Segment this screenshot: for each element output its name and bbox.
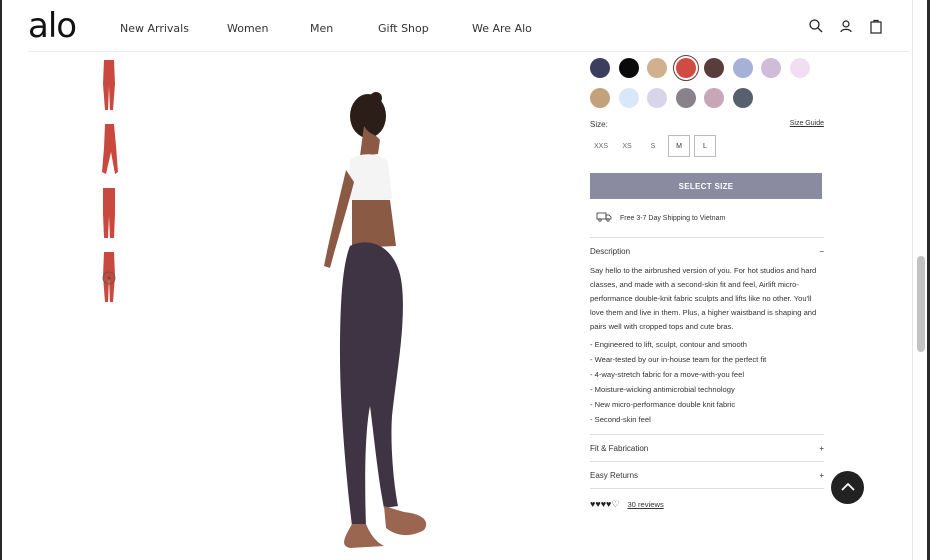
description-header[interactable]: Description −: [590, 238, 824, 264]
size-label: Size:: [590, 120, 608, 129]
size-options: XXS XS S M L: [590, 135, 824, 157]
bag-icon[interactable]: [868, 18, 884, 34]
thumbnail-gallery: [96, 58, 122, 314]
product-model-image: [300, 86, 440, 556]
nav-new-arrivals[interactable]: New Arrivals: [120, 22, 227, 35]
color-swatch[interactable]: [618, 88, 639, 108]
nav-women[interactable]: Women: [227, 22, 310, 35]
collapse-icon[interactable]: −: [819, 247, 824, 256]
feature-item: - Moisture-wicking antimicrobial technol…: [590, 385, 735, 394]
thumbnail-3[interactable]: [96, 186, 122, 242]
divider: [590, 488, 824, 489]
select-size-button[interactable]: SELECT SIZE: [590, 173, 822, 199]
window-left-edge: [0, 0, 2, 560]
color-swatches: [590, 55, 824, 108]
easy-returns-header[interactable]: Easy Returns +: [590, 462, 824, 488]
feature-item: - Wear-tested by our in-house team for t…: [590, 355, 767, 364]
feature-item: - Engineered to lift, sculpt, contour an…: [590, 340, 748, 349]
size-s[interactable]: S: [642, 135, 664, 157]
feature-item: - 4-way-stretch fabric for a move-with-y…: [590, 370, 745, 379]
color-swatch[interactable]: [618, 58, 639, 78]
color-swatch[interactable]: [732, 88, 753, 108]
thumbnail-1[interactable]: [96, 58, 122, 114]
nav-we-are-alo[interactable]: We Are Alo: [472, 22, 532, 35]
rating-stars: ♥♥♥♥♡: [590, 499, 620, 509]
account-icon[interactable]: [838, 18, 854, 34]
color-swatch[interactable]: [704, 58, 724, 78]
truck-icon: [596, 212, 612, 224]
expand-icon[interactable]: +: [819, 444, 824, 453]
rating-row: ♥♥♥♥♡ 30 reviews: [590, 499, 824, 510]
size-guide-link[interactable]: Size Guide: [790, 120, 824, 129]
fit-fabrication-title: Fit & Fabrication: [590, 443, 649, 453]
thumbnail-4[interactable]: [96, 250, 122, 306]
color-swatch[interactable]: [590, 58, 610, 78]
scrollbar-thumb[interactable]: [917, 256, 925, 352]
expand-icon[interactable]: +: [819, 471, 824, 480]
color-swatch[interactable]: [675, 88, 696, 108]
alo-logo[interactable]: alo: [28, 6, 77, 46]
color-swatch[interactable]: [672, 55, 699, 81]
description-title: Description: [590, 246, 631, 256]
color-swatch[interactable]: [732, 58, 753, 78]
description-text: Say hello to the airbrushed version of y…: [590, 266, 817, 331]
back-to-top-button[interactable]: [831, 471, 864, 504]
product-panel: Size: Size Guide XXS XS S M L SELECT SIZ…: [590, 55, 824, 510]
header-icons: [808, 18, 884, 34]
size-header: Size: Size Guide: [590, 120, 824, 129]
site-header: alo New Arrivals Women Men Gift Shop We …: [28, 0, 910, 52]
color-swatch[interactable]: [761, 58, 781, 78]
chevron-up-icon: [840, 479, 856, 497]
easy-returns-title: Easy Returns: [590, 470, 639, 480]
thumbnail-2[interactable]: [96, 122, 122, 178]
size-m[interactable]: M: [668, 135, 690, 157]
main-nav: New Arrivals Women Men Gift Shop We Are …: [120, 22, 532, 35]
feature-item: - Second-skin feel: [590, 415, 651, 424]
reviews-link[interactable]: 30 reviews: [627, 500, 663, 509]
color-swatch[interactable]: [647, 58, 667, 78]
nav-gift-shop[interactable]: Gift Shop: [378, 22, 472, 35]
color-swatch[interactable]: [789, 58, 810, 78]
size-l[interactable]: L: [694, 135, 716, 157]
feature-list: - Engineered to lift, sculpt, contour an…: [590, 340, 824, 430]
shipping-text: Free 3-7 Day Shipping to Vietnam: [620, 214, 726, 222]
feature-item: - New micro-performance double knit fabr…: [590, 400, 736, 409]
color-swatch[interactable]: [590, 88, 610, 108]
nav-men[interactable]: Men: [310, 22, 378, 35]
color-swatch[interactable]: [704, 88, 724, 108]
search-icon[interactable]: [808, 18, 824, 34]
size-xxs[interactable]: XXS: [590, 135, 612, 157]
shipping-info: Free 3-7 Day Shipping to Vietnam: [590, 211, 824, 225]
fit-fabrication-header[interactable]: Fit & Fabrication +: [590, 435, 824, 461]
size-xs[interactable]: XS: [616, 135, 638, 157]
color-swatch[interactable]: [647, 88, 667, 108]
